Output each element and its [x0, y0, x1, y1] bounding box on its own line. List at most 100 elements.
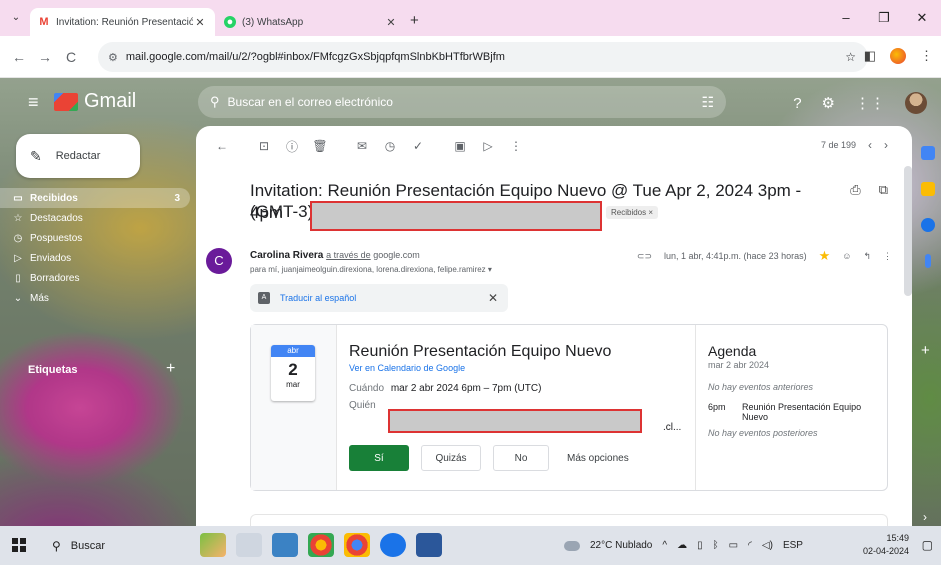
search-placeholder: Buscar en el correo electrónico [227, 95, 393, 109]
close-icon[interactable]: ✕ [488, 291, 498, 305]
emoji-reaction-icon[interactable]: ☺ [842, 251, 851, 261]
sidebar-item-label: Pospuestos [30, 232, 83, 244]
extension-icon[interactable] [890, 48, 906, 64]
sidebar-item-sent[interactable]: ▷ Enviados [0, 248, 190, 268]
search-icon[interactable]: ⚲ [210, 94, 220, 110]
address-bar[interactable]: ⚙ mail.google.com/mail/u/2/?ogbl#inbox/F… [98, 42, 868, 72]
via-link[interactable]: a través de [326, 250, 371, 260]
mark-unread-icon[interactable]: ✉ [348, 139, 376, 153]
sidebar-item-starred[interactable]: ☆ Destacados [0, 208, 190, 228]
windows-start-icon[interactable] [12, 538, 26, 552]
sidebar-item-drafts[interactable]: ▯ Borradores [0, 268, 190, 288]
gmail-logo[interactable]: Gmail [54, 90, 136, 113]
rsvp-no-button[interactable]: No [493, 445, 549, 471]
when-label: Cuándo [349, 383, 385, 394]
move-to-icon[interactable]: ▣ [446, 139, 474, 153]
delete-icon[interactable]: 🗑 [306, 139, 334, 153]
event-title: Reunión Presentación Equipo Nuevo [349, 343, 612, 360]
scrollbar[interactable] [904, 166, 912, 296]
language-indicator[interactable]: ESP [783, 540, 803, 551]
rsvp-maybe-button[interactable]: Quizás [421, 445, 481, 471]
print-icon[interactable]: ⎙ [850, 182, 860, 198]
sidebar-item-more[interactable]: ⌄ Más [0, 288, 190, 308]
help-icon[interactable]: ? [793, 95, 801, 112]
add-task-icon[interactable]: ✓ [404, 139, 432, 153]
next-card-edge [250, 514, 888, 526]
mail-search-input[interactable]: ⚲ Buscar en el correo electrónico ☷ [198, 86, 726, 118]
sidebar-item-snoozed[interactable]: ◷ Pospuestos [0, 228, 190, 248]
close-icon[interactable]: ✕ [193, 16, 207, 29]
tasks-app-icon[interactable] [921, 218, 935, 232]
menu-icon[interactable]: ⋮ [920, 48, 933, 64]
next-icon[interactable]: › [884, 138, 888, 152]
window-close-button[interactable]: ✕ [903, 0, 941, 36]
tab-whatsapp[interactable]: ● (3) WhatsApp ✕ [216, 8, 406, 36]
main-menu-icon[interactable]: ≡ [28, 92, 39, 113]
snooze-icon[interactable]: ◷ [376, 139, 404, 153]
new-tab-button[interactable]: + [410, 12, 419, 29]
task-view-icon[interactable] [236, 533, 262, 557]
apps-grid-icon[interactable]: ⋮⋮ [855, 94, 885, 112]
tab-search-button[interactable]: ⌄ [6, 8, 26, 28]
bookmark-star-icon[interactable]: ☆ [845, 50, 856, 64]
translate-link[interactable]: Traducir al español [280, 293, 356, 303]
calendar-app-icon[interactable] [921, 146, 935, 160]
more-options-button[interactable]: Más opciones [561, 445, 629, 471]
add-label-button[interactable]: + [166, 360, 175, 378]
bluetooth-icon[interactable]: ᛒ [713, 540, 719, 551]
side-panel-icon[interactable]: ◧ [864, 48, 876, 64]
clock-time: 15:49 [886, 533, 909, 543]
keep-app-icon[interactable] [921, 182, 935, 196]
battery-icon[interactable]: ▭ [729, 540, 738, 551]
add-app-icon[interactable]: + [921, 342, 930, 359]
weather-icon[interactable] [564, 540, 580, 551]
notification-icon[interactable]: ▢ [922, 538, 933, 552]
view-in-calendar-link[interactable]: Ver en Calendario de Google [349, 363, 679, 373]
account-avatar[interactable] [905, 92, 927, 114]
chrome-profile-icon[interactable] [344, 533, 370, 557]
device-icon[interactable]: ▯ [697, 540, 703, 551]
draft-icon: ▯ [15, 272, 21, 284]
chrome-icon[interactable] [308, 533, 334, 557]
close-icon[interactable]: ✕ [384, 16, 398, 29]
back-to-inbox-icon[interactable]: ← [208, 139, 236, 153]
site-info-icon[interactable]: ⚙ [108, 51, 118, 64]
search-options-icon[interactable]: ☷ [701, 94, 714, 111]
previous-icon[interactable]: ‹ [868, 138, 872, 152]
label-icon[interactable]: ▷ [474, 139, 502, 153]
gmail-header: ≡ Gmail ⚲ Buscar en el correo electrónic… [0, 78, 941, 126]
weather-text[interactable]: 22°C Nublado [590, 540, 652, 551]
archive-icon[interactable]: ⊡ [250, 139, 278, 153]
volume-icon[interactable]: ◁) [762, 540, 773, 551]
taskbar-search[interactable]: ⚲ Buscar [42, 532, 190, 560]
chevron-right-icon[interactable]: › [923, 510, 927, 524]
widgets-icon[interactable] [200, 533, 226, 557]
onedrive-icon[interactable]: ☁ [677, 540, 687, 551]
reply-icon[interactable]: ↰ [863, 251, 871, 262]
word-icon[interactable] [416, 533, 442, 557]
gear-icon[interactable]: ⚙ [822, 94, 835, 112]
back-button[interactable]: ← [6, 49, 32, 65]
reload-button[interactable]: C [58, 49, 84, 65]
more-icon[interactable]: ⋮ [883, 251, 892, 262]
app-icon[interactable] [380, 533, 406, 557]
wifi-icon[interactable]: ◜ [748, 540, 752, 551]
contacts-app-icon[interactable] [925, 254, 931, 268]
forward-button[interactable]: → [32, 49, 58, 65]
report-spam-icon[interactable]: ⓘ [278, 138, 306, 155]
inbox-label-chip[interactable]: Recibidos × [606, 206, 659, 219]
minimize-button[interactable]: – [827, 0, 865, 36]
open-in-new-window-icon[interactable]: ⧉ [879, 182, 888, 198]
maximize-button[interactable]: ❐ [865, 0, 903, 36]
agenda-event[interactable]: 6pm Reunión Presentación Equipo Nuevo [708, 402, 876, 422]
file-explorer-icon[interactable] [272, 533, 298, 557]
compose-button[interactable]: ✎ Redactar [16, 134, 140, 178]
recipients-line[interactable]: para mí, juanjaimeolguin.direxiona, lore… [250, 265, 492, 274]
star-icon[interactable]: ★ [819, 248, 831, 264]
rsvp-yes-button[interactable]: Sí [349, 445, 409, 471]
sidebar-item-inbox[interactable]: ▭ Recibidos 3 [0, 188, 190, 208]
chevron-up-icon[interactable]: ^ [662, 540, 667, 551]
taskbar-clock[interactable]: 15:49 02-04-2024 [863, 532, 909, 558]
more-options-icon[interactable]: ⋮ [502, 139, 530, 153]
tab-gmail[interactable]: M Invitation: Reunión Presentación ✕ [30, 8, 215, 36]
